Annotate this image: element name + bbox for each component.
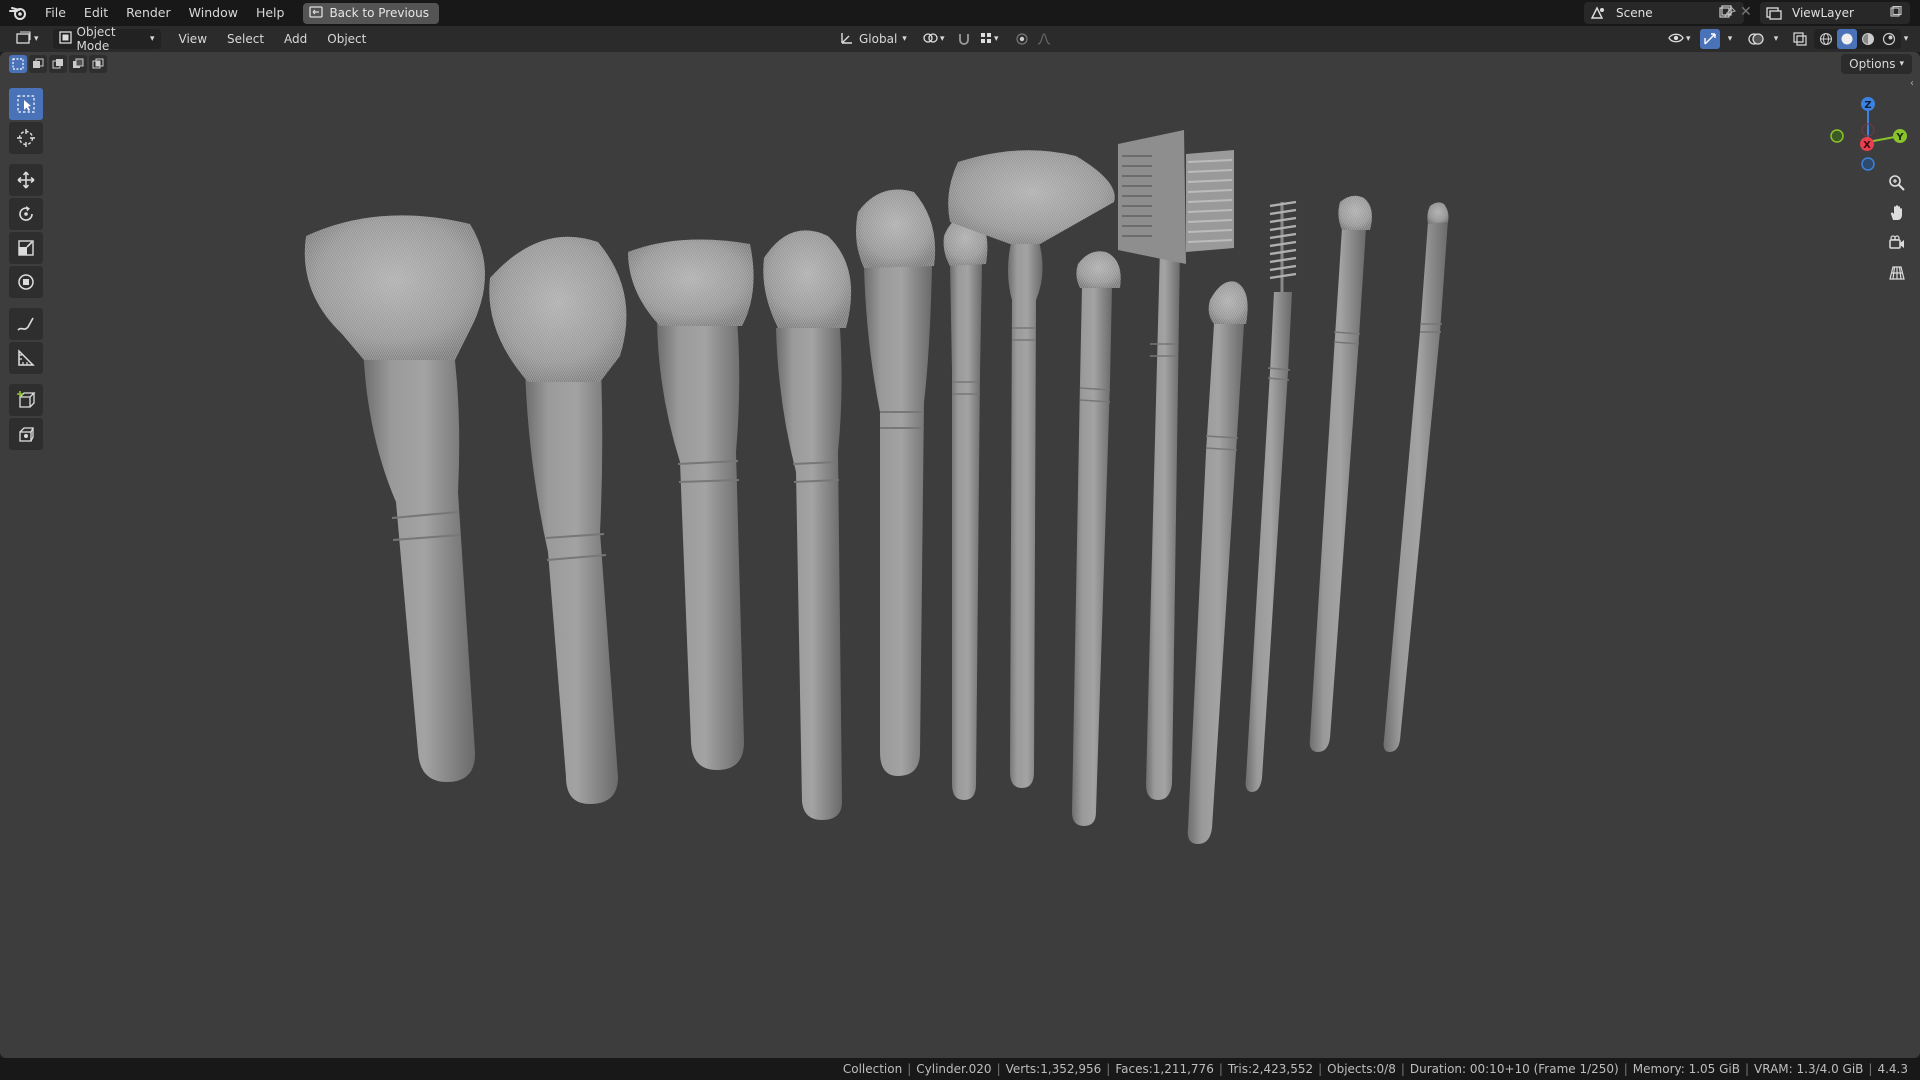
status-objects: Objects:0/8	[1327, 1062, 1396, 1076]
orientation-label: Global	[859, 32, 898, 46]
status-faces: Faces:1,211,776	[1115, 1062, 1214, 1076]
scene-icon	[1584, 6, 1612, 20]
back-to-previous-label: Back to Previous	[329, 6, 429, 20]
editor-type-button[interactable]: ▾	[10, 29, 45, 49]
view-layer-selector[interactable]: ViewLayer	[1760, 2, 1910, 24]
menu-help[interactable]: Help	[247, 0, 294, 26]
view-layer-icon	[1760, 6, 1788, 20]
eye-icon	[1668, 32, 1684, 47]
brush-5[interactable]	[856, 189, 936, 777]
new-scene-icon[interactable]	[1718, 5, 1734, 21]
menu-render[interactable]: Render	[117, 0, 180, 26]
xray-icon[interactable]	[1790, 29, 1810, 49]
view-layer-name: ViewLayer	[1792, 6, 1854, 20]
delete-scene-icon[interactable]: ✕	[1740, 4, 1756, 20]
chevron-down-icon: ▾	[940, 34, 945, 44]
mode-selector[interactable]: Object Mode ▾	[52, 25, 161, 53]
back-icon	[309, 5, 324, 21]
pivot-icon	[922, 31, 938, 48]
viewport-scene	[304, 130, 1449, 844]
chevron-down-icon: ▾	[1686, 34, 1691, 44]
menu-edit[interactable]: Edit	[75, 0, 117, 26]
shading-mode-group	[1814, 29, 1901, 49]
chevron-down-icon[interactable]: ▾	[1720, 29, 1740, 49]
menu-view[interactable]: View	[173, 29, 213, 49]
chevron-down-icon: ▾	[902, 34, 907, 44]
viewport-header: ▾ Object Mode ▾ View Select Add Object G…	[0, 25, 1920, 53]
menu-add[interactable]: Add	[278, 29, 313, 49]
visibility-selector[interactable]: ▾	[1662, 29, 1697, 49]
menu-object[interactable]: Object	[321, 29, 372, 49]
new-view-layer-icon[interactable]	[1890, 5, 1910, 21]
mode-label: Object Mode	[76, 25, 116, 53]
chevron-down-icon: ▾	[150, 34, 155, 44]
3d-viewport[interactable]: Options ▾ Z Y X ‹	[0, 52, 1920, 1058]
wireframe-shading-icon[interactable]	[1816, 29, 1836, 49]
chevron-down-icon[interactable]: ▾	[1896, 29, 1916, 49]
status-bar: Collection | Cylinder.020 | Verts:1,352,95…	[0, 1058, 1920, 1080]
object-mode-icon	[58, 31, 72, 47]
overlays-icon[interactable]	[1746, 29, 1766, 49]
brush-13[interactable]	[1383, 202, 1449, 752]
solid-shading-icon[interactable]	[1837, 29, 1857, 49]
brush-3[interactable]	[628, 239, 754, 771]
brush-10[interactable]	[1187, 281, 1248, 844]
proportional-editing-icon[interactable]	[1012, 29, 1032, 49]
snap-grid-icon	[980, 32, 992, 47]
status-duration: Duration: 00:10+10 (Frame 1/250)	[1409, 1062, 1619, 1076]
gizmo-toggle-icon[interactable]	[1700, 29, 1720, 49]
chevron-down-icon: ▾	[34, 34, 39, 44]
scene-name: Scene	[1616, 6, 1653, 20]
back-to-previous-button[interactable]: Back to Previous	[303, 2, 439, 24]
chevron-down-icon: ▾	[994, 34, 999, 44]
status-verts: Verts:1,352,956	[1005, 1062, 1102, 1076]
pivot-point-selector[interactable]: ▾	[916, 29, 951, 49]
menu-file[interactable]: File	[36, 0, 75, 26]
brush-2[interactable]	[489, 236, 627, 804]
status-vram: VRAM: 1.3/4.0 GiB	[1754, 1062, 1864, 1076]
menu-select[interactable]: Select	[221, 29, 270, 49]
brush-6[interactable]	[943, 215, 988, 800]
status-tris: Tris:2,423,552	[1227, 1062, 1314, 1076]
orientation-icon	[840, 31, 854, 48]
blender-logo-icon[interactable]	[0, 0, 36, 26]
status-active-object: Cylinder.020	[916, 1062, 992, 1076]
brush-1[interactable]	[304, 215, 485, 782]
brush-8[interactable]	[1072, 251, 1121, 826]
menu-window[interactable]: Window	[180, 0, 247, 26]
material-shading-icon[interactable]	[1858, 29, 1878, 49]
status-memory: Memory: 1.05 GiB	[1632, 1062, 1740, 1076]
brush-11-spoolie[interactable]	[1245, 200, 1297, 792]
falloff-icon[interactable]	[1034, 29, 1054, 49]
snap-target-selector[interactable]: ▾	[974, 29, 1005, 49]
top-menu-bar: File Edit Render Window Help Back to Pre…	[0, 0, 1920, 26]
status-version: 4.4.3	[1877, 1062, 1908, 1076]
transform-orientation-selector[interactable]: Global ▾	[834, 29, 913, 49]
editor-type-icon	[16, 30, 32, 48]
chevron-down-icon[interactable]: ▾	[1766, 29, 1786, 49]
snap-toggle-icon[interactable]	[954, 29, 974, 49]
brush-4[interactable]	[763, 230, 852, 820]
brush-12[interactable]	[1309, 195, 1372, 752]
status-collection: Collection	[842, 1062, 903, 1076]
